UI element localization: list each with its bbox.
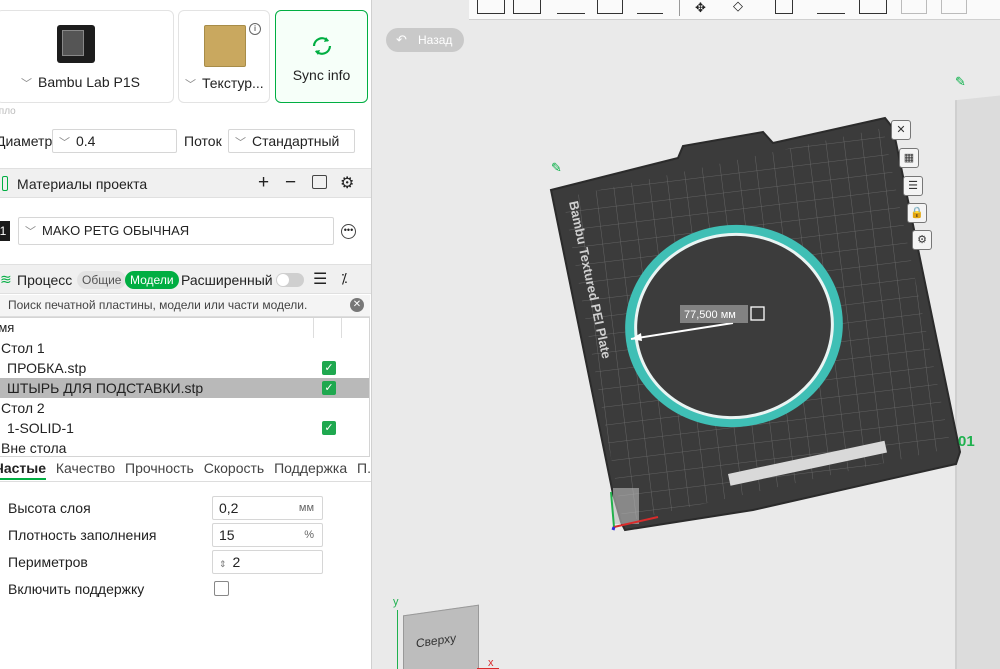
flow-select[interactable]: ﹀ Стандартный (228, 129, 355, 153)
list-item[interactable]: ПРОБКА.stp ✓ (0, 358, 369, 378)
3d-viewport[interactable]: ✥ ◇ ↶ Назад ✎ ✎ Bambu Textured PEI Plate (373, 0, 1000, 669)
origin-marker (613, 488, 639, 524)
tab-speed[interactable]: Скорость (204, 460, 264, 476)
object-list: Имя Стол 1 ПРОБКА.stp ✓ ШТЫРЬ ДЛЯ ПОДСТА… (0, 317, 370, 457)
list-item[interactable]: Стол 2 (0, 398, 369, 418)
settings-tabs: Частые Качество Прочность Скорость Подде… (0, 460, 371, 482)
remove-icon[interactable]: − (285, 172, 296, 194)
process-title: Процесс (17, 272, 73, 288)
infill-label: Плотность заполнения (8, 527, 157, 543)
list-item[interactable]: Стол 1 (0, 338, 369, 358)
measure-label: 77,500 мм (684, 309, 736, 321)
close-plate-icon[interactable]: ✕ (891, 120, 911, 140)
orient-plate-icon[interactable]: ☰ (903, 176, 923, 196)
walls-stepper[interactable]: ⇕ 2 (212, 550, 323, 574)
more-icon[interactable]: ••• (341, 224, 356, 239)
axis-y-arrow (397, 610, 398, 669)
visibility-checkbox[interactable]: ✓ (322, 421, 336, 435)
axis-y-label: y (393, 596, 399, 608)
sync-icon (312, 37, 332, 55)
nozzle-section-label: Сопло (0, 106, 16, 117)
chevron-down-icon: ﹀ (25, 226, 36, 238)
list-item[interactable]: 1-SOLID-1 ✓ (0, 418, 369, 438)
plate-icon (204, 25, 246, 67)
object-search-input[interactable]: Поиск печатной пластины, модели или част… (0, 295, 370, 317)
printer-card[interactable]: ﹀ Bambu Lab P1S (0, 10, 174, 103)
support-checkbox[interactable] (214, 581, 229, 596)
filament-index: 1 (0, 221, 10, 241)
list-item[interactable]: Вне стола (0, 438, 369, 458)
list-item-selected[interactable]: ШТЫРЬ ДЛЯ ПОДСТАВКИ.stp ✓ (0, 378, 369, 398)
support-label: Включить поддержку (8, 581, 145, 597)
tab-support[interactable]: Поддержка (274, 460, 347, 476)
infill-input[interactable]: 15 % (212, 523, 323, 547)
sync-label: Sync info (292, 67, 351, 83)
filament-select[interactable]: ﹀ MAKO PETG ОБЫЧНАЯ (18, 217, 334, 245)
sync-info-button[interactable]: Sync info (275, 10, 368, 103)
chevron-down-icon: ﹀ (59, 137, 70, 149)
layers-icon: ≋ (0, 271, 12, 287)
view-cube[interactable]: Сверху (403, 604, 479, 669)
list-icon[interactable]: ☰ (313, 269, 327, 289)
flow-label: Поток (184, 133, 222, 149)
compare-icon[interactable]: ⁒ (341, 270, 347, 287)
materials-title: Материалы проекта (17, 176, 148, 192)
diameter-select[interactable]: ﹀ 0.4 (52, 129, 177, 153)
filament-icon (2, 176, 8, 191)
clear-icon[interactable]: ✕ (350, 298, 364, 312)
visibility-checkbox[interactable]: ✓ (322, 381, 336, 395)
tab-models[interactable]: Модели (125, 271, 179, 289)
printer-icon (57, 25, 95, 63)
tab-common[interactable]: Общие (77, 271, 127, 289)
edit-plate-icon[interactable]: ✎ (955, 75, 966, 90)
walls-label: Периметров (8, 554, 88, 570)
stepper-arrows-icon[interactable]: ⇕ (219, 559, 227, 569)
chevron-down-icon: ﹀ (235, 137, 246, 149)
lock-icon[interactable]: 🔒 (907, 203, 927, 223)
plate-settings-icon[interactable]: ⚙ (912, 230, 932, 250)
layer-height-label: Высота слоя (8, 500, 91, 516)
add-icon[interactable]: + (258, 172, 269, 194)
plate-number: 01 (958, 433, 975, 450)
list-header-name: Имя (0, 320, 15, 335)
plate-card[interactable]: i ﹀ Текстур... (178, 10, 270, 103)
visibility-checkbox[interactable]: ✓ (322, 361, 336, 375)
plate-type: Текстур... (202, 75, 264, 91)
tab-quality[interactable]: Качество (56, 460, 115, 476)
arrange-plate-icon[interactable]: ▦ (899, 148, 919, 168)
printer-name: Bambu Lab P1S (38, 74, 140, 90)
diameter-label: Диаметр (0, 133, 53, 149)
left-panel: ﹀ Bambu Lab P1S i ﹀ Текстур... Sync info С… (0, 0, 372, 669)
sync-filament-icon[interactable] (312, 175, 327, 189)
axis-z-line (611, 526, 616, 531)
materials-header: Материалы проекта + − ⚙ (0, 168, 371, 198)
gear-icon[interactable]: ⚙ (340, 173, 354, 193)
layer-height-input[interactable]: 0,2 мм (212, 496, 323, 520)
info-icon[interactable]: i (249, 23, 261, 35)
tab-more[interactable]: П... (357, 460, 371, 476)
build-plate-scene: ✎ ✎ Bambu Textured PEI Plate 77,500 мм 0… (549, 75, 975, 532)
advanced-toggle[interactable] (276, 273, 304, 287)
edit-plate-icon[interactable]: ✎ (551, 161, 562, 176)
tab-frequent[interactable]: Частые (0, 460, 47, 480)
tab-strength[interactable]: Прочность (125, 460, 194, 476)
process-header: ≋ Процесс Общие Модели Расширенный ☰ ⁒ (0, 264, 371, 294)
advanced-label: Расширенный (181, 272, 273, 288)
chevron-down-icon: ﹀ (21, 78, 32, 90)
chevron-down-icon: ﹀ (185, 79, 196, 91)
